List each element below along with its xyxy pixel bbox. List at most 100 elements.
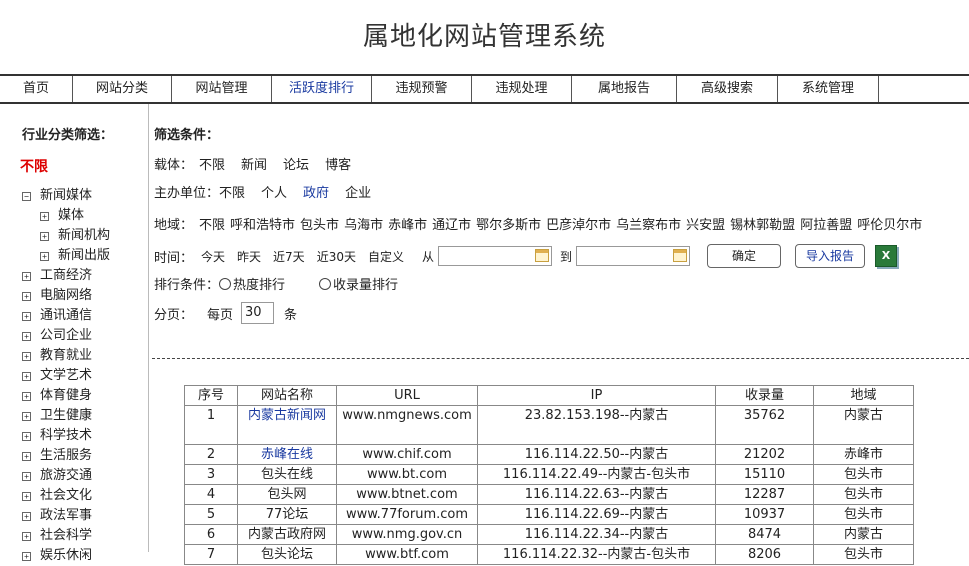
col-header-region[interactable]: 地域 bbox=[813, 385, 914, 406]
expand-icon[interactable]: + bbox=[22, 431, 31, 441]
nav-violation-handling[interactable]: 违规处理 bbox=[472, 76, 572, 102]
tree-item-label: 电脑网络 bbox=[40, 288, 93, 303]
nav-violation-warning[interactable]: 违规预警 bbox=[372, 76, 472, 102]
nav-advanced-search[interactable]: 高级搜索 bbox=[677, 76, 778, 102]
time-option-today[interactable]: 今天 bbox=[201, 248, 225, 265]
expand-icon[interactable]: + bbox=[22, 311, 31, 321]
expand-icon[interactable]: + bbox=[22, 551, 31, 561]
region-option[interactable]: 乌兰察布市 bbox=[616, 214, 681, 233]
region-option[interactable]: 兴安盟 bbox=[686, 214, 725, 233]
time-option-7days[interactable]: 近7天 bbox=[273, 248, 305, 265]
cell-no: 1 bbox=[184, 405, 238, 445]
nav-site-category[interactable]: 网站分类 bbox=[73, 76, 172, 102]
tree-item-news-publishing[interactable]: + 新闻出版 bbox=[22, 246, 110, 266]
col-header-url[interactable]: URL bbox=[336, 385, 478, 406]
region-option[interactable]: 乌海市 bbox=[344, 214, 383, 233]
time-option-custom[interactable]: 自定义 bbox=[368, 248, 404, 265]
sponsor-option-any[interactable]: 不限 bbox=[219, 182, 245, 201]
nav-activity-ranking[interactable]: 活跃度排行 bbox=[272, 76, 372, 102]
cell-count: 8206 bbox=[715, 544, 814, 565]
tree-item-sports[interactable]: + 体育健身 bbox=[22, 386, 110, 406]
nav-site-management[interactable]: 网站管理 bbox=[172, 76, 272, 102]
calendar-icon[interactable] bbox=[535, 249, 549, 262]
sponsor-option-enterprise[interactable]: 企业 bbox=[345, 182, 371, 201]
expand-icon[interactable]: + bbox=[22, 511, 31, 521]
tree-item-telecom[interactable]: + 通讯通信 bbox=[22, 306, 110, 326]
per-page-input[interactable]: 30 bbox=[241, 302, 275, 324]
col-header-name[interactable]: 网站名称 bbox=[237, 385, 337, 406]
expand-icon[interactable]: + bbox=[22, 411, 31, 421]
end-date-input[interactable] bbox=[576, 246, 691, 266]
tree-item-education[interactable]: + 教育就业 bbox=[22, 346, 110, 366]
tree-item-social-culture[interactable]: + 社会文化 bbox=[22, 486, 110, 506]
region-option[interactable]: 通辽市 bbox=[432, 214, 471, 233]
expand-icon[interactable]: + bbox=[22, 491, 31, 501]
region-option[interactable]: 呼伦贝尔市 bbox=[857, 214, 922, 233]
tree-item-media[interactable]: + 媒体 bbox=[22, 206, 110, 226]
industry-any-option[interactable]: 不限 bbox=[20, 156, 48, 176]
region-option[interactable]: 不限 bbox=[199, 214, 225, 233]
sort-heat-label[interactable]: 热度排行 bbox=[233, 274, 285, 293]
region-option[interactable]: 阿拉善盟 bbox=[800, 214, 852, 233]
expand-icon[interactable]: + bbox=[22, 391, 31, 401]
expand-icon[interactable]: + bbox=[22, 451, 31, 461]
expand-icon[interactable]: + bbox=[22, 471, 31, 481]
cell-name[interactable]: 内蒙古新闻网 bbox=[237, 405, 337, 445]
col-header-count[interactable]: 收录量 bbox=[715, 385, 814, 406]
sponsor-option-individual[interactable]: 个人 bbox=[261, 182, 287, 201]
tree-item-news-agency[interactable]: + 新闻机构 bbox=[22, 226, 110, 246]
cell-name[interactable]: 赤峰在线 bbox=[237, 444, 337, 465]
region-option[interactable]: 呼和浩特市 bbox=[230, 214, 295, 233]
expand-icon[interactable]: + bbox=[22, 371, 31, 381]
sort-heat-radio[interactable] bbox=[219, 277, 232, 290]
region-option[interactable]: 包头市 bbox=[300, 214, 339, 233]
expand-icon[interactable]: + bbox=[22, 351, 31, 361]
nav-local-report[interactable]: 属地报告 bbox=[572, 76, 677, 102]
carrier-option-news[interactable]: 新闻 bbox=[241, 154, 267, 173]
expand-icon[interactable]: + bbox=[22, 331, 31, 341]
sort-count-radio[interactable] bbox=[319, 277, 332, 290]
region-option[interactable]: 巴彦淖尔市 bbox=[546, 214, 611, 233]
nav-system-management[interactable]: 系统管理 bbox=[778, 76, 879, 102]
tree-item-news-media[interactable]: − 新闻媒体 bbox=[22, 186, 110, 206]
tree-item-company[interactable]: + 公司企业 bbox=[22, 326, 110, 346]
tree-item-entertainment[interactable]: + 娱乐休闲 bbox=[22, 546, 110, 566]
cell-region: 赤峰市 bbox=[813, 444, 914, 465]
expand-icon[interactable]: + bbox=[40, 251, 49, 261]
carrier-option-blog[interactable]: 博客 bbox=[325, 154, 351, 173]
col-header-no[interactable]: 序号 bbox=[184, 385, 238, 406]
region-option[interactable]: 鄂尔多斯市 bbox=[476, 214, 541, 233]
calendar-icon[interactable] bbox=[673, 249, 688, 262]
expand-icon[interactable]: + bbox=[22, 291, 31, 301]
start-date-input[interactable] bbox=[438, 246, 552, 266]
time-option-yesterday[interactable]: 昨天 bbox=[237, 248, 261, 265]
tree-item-travel[interactable]: + 旅游交通 bbox=[22, 466, 110, 486]
carrier-option-forum[interactable]: 论坛 bbox=[283, 154, 309, 173]
sort-count-label[interactable]: 收录量排行 bbox=[333, 274, 398, 293]
expand-icon[interactable]: + bbox=[40, 231, 49, 241]
region-option[interactable]: 赤峰市 bbox=[388, 214, 427, 233]
tree-item-social-science[interactable]: + 社会科学 bbox=[22, 526, 110, 546]
region-option[interactable]: 锡林郭勒盟 bbox=[730, 214, 795, 233]
import-report-button[interactable]: 导入报告 bbox=[795, 244, 866, 268]
tree-item-health[interactable]: + 卫生健康 bbox=[22, 406, 110, 426]
tree-item-label: 新闻媒体 bbox=[40, 188, 93, 203]
nav-home[interactable]: 首页 bbox=[0, 76, 73, 102]
time-option-30days[interactable]: 近30天 bbox=[317, 248, 356, 265]
tree-item-life-services[interactable]: + 生活服务 bbox=[22, 446, 110, 466]
sponsor-option-government[interactable]: 政府 bbox=[303, 182, 329, 201]
tree-item-label: 通讯通信 bbox=[40, 308, 93, 323]
carrier-option-any[interactable]: 不限 bbox=[199, 154, 225, 173]
tree-item-literature-art[interactable]: + 文学艺术 bbox=[22, 366, 110, 386]
expand-icon[interactable]: + bbox=[22, 271, 31, 281]
expand-icon[interactable]: + bbox=[22, 531, 31, 541]
excel-export-icon[interactable]: X bbox=[875, 245, 898, 267]
col-header-ip[interactable]: IP bbox=[477, 385, 716, 406]
confirm-button[interactable]: 确定 bbox=[707, 244, 782, 268]
tree-item-business[interactable]: + 工商经济 bbox=[22, 266, 110, 286]
tree-item-politics-military[interactable]: + 政法军事 bbox=[22, 506, 110, 526]
expand-icon[interactable]: + bbox=[40, 211, 49, 221]
collapse-icon[interactable]: − bbox=[22, 191, 31, 201]
tree-item-computer-network[interactable]: + 电脑网络 bbox=[22, 286, 110, 306]
tree-item-science[interactable]: + 科学技术 bbox=[22, 426, 110, 446]
